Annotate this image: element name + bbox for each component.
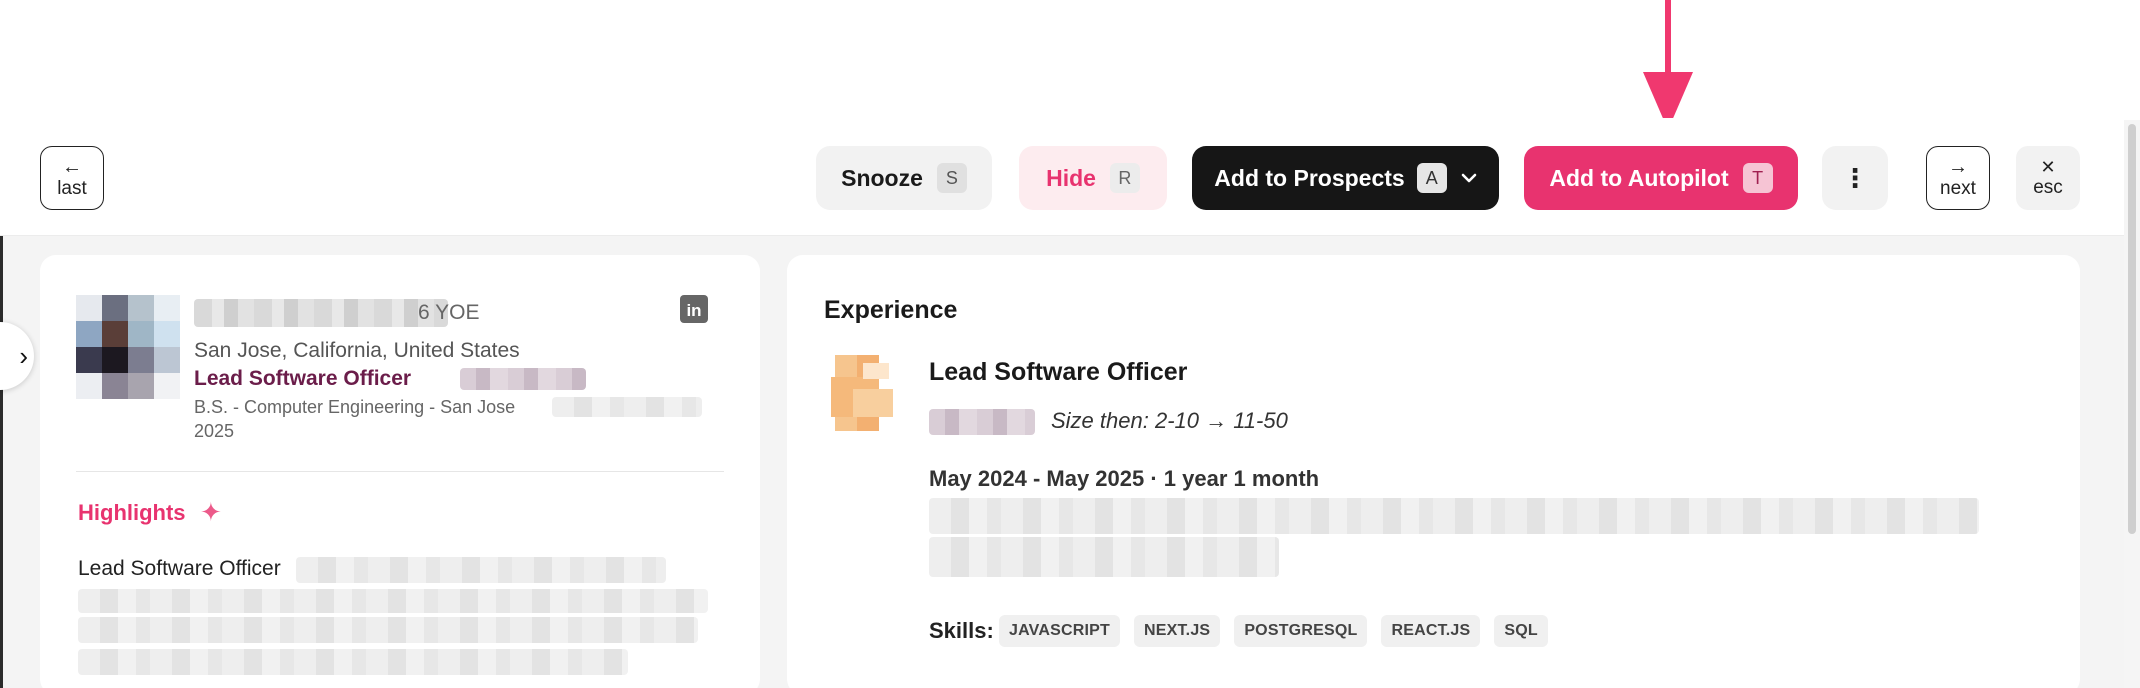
next-label: next bbox=[1940, 177, 1976, 199]
company-logo bbox=[823, 355, 899, 431]
highlights-redacted bbox=[296, 557, 666, 583]
chevron-down-icon[interactable] bbox=[1461, 172, 1477, 184]
experience-company-redacted bbox=[929, 409, 1035, 435]
school-redacted bbox=[552, 397, 702, 417]
last-label: last bbox=[57, 177, 87, 199]
experience-role: Lead Software Officer bbox=[929, 358, 1188, 386]
scrollbar[interactable] bbox=[2124, 120, 2140, 688]
profile-card: 6 YOE in San Jose, California, United St… bbox=[40, 255, 760, 688]
highlights-redacted bbox=[78, 617, 698, 643]
snooze-label: Snooze bbox=[841, 164, 923, 191]
divider bbox=[76, 471, 724, 472]
experience-description-redacted bbox=[929, 498, 1979, 534]
chevron-right-icon: › bbox=[19, 340, 28, 371]
experience-dates: May 2024 - May 2025 · 1 year 1 month bbox=[929, 466, 1320, 491]
highlights-text: Lead Software Officer bbox=[78, 557, 281, 580]
esc-label: esc bbox=[2033, 176, 2063, 198]
highlights-redacted bbox=[78, 589, 708, 613]
skill-chip: REACT.JS bbox=[1381, 615, 1481, 647]
close-icon: ✕ bbox=[2040, 156, 2056, 177]
snooze-shortcut: S bbox=[936, 163, 967, 193]
candidate-review-page: ← last Snooze S Hide R Add to Prospects … bbox=[0, 0, 2140, 688]
avatar bbox=[76, 295, 180, 399]
add-to-prospects-shortcut: A bbox=[1416, 163, 1447, 193]
skill-chip: SQL bbox=[1494, 615, 1548, 647]
more-vertical-icon: ⋮ bbox=[1842, 162, 1868, 193]
skill-chip: POSTGRESQL bbox=[1234, 615, 1368, 647]
hide-shortcut: R bbox=[1109, 163, 1140, 193]
highlights-redacted bbox=[78, 649, 628, 675]
scrollbar-thumb[interactable] bbox=[2128, 124, 2136, 534]
hide-button[interactable]: Hide R bbox=[1019, 146, 1167, 210]
company-redacted bbox=[460, 368, 586, 390]
skills-list: JAVASCRIPT NEXT.JS POSTGRESQL REACT.JS S… bbox=[999, 615, 1548, 647]
experience-card: Experience Lead Software Officer Size th… bbox=[787, 255, 2080, 688]
add-to-autopilot-shortcut: T bbox=[1742, 163, 1773, 193]
linkedin-icon[interactable]: in bbox=[680, 295, 708, 323]
esc-button[interactable]: ✕ esc bbox=[2016, 146, 2080, 210]
add-to-autopilot-button[interactable]: Add to Autopilot T bbox=[1524, 146, 1798, 210]
arrow-left-icon: ← bbox=[62, 155, 82, 178]
arrow-right-icon: → bbox=[1948, 155, 1968, 178]
action-toolbar: ← last Snooze S Hide R Add to Prospects … bbox=[0, 118, 2140, 236]
candidate-name-redacted bbox=[194, 299, 448, 327]
skill-chip: NEXT.JS bbox=[1133, 615, 1221, 647]
next-button[interactable]: → next bbox=[1926, 146, 1990, 210]
candidate-education: B.S. - Computer Engineering - San Jose bbox=[194, 397, 516, 417]
add-to-prospects-label: Add to Prospects bbox=[1214, 164, 1405, 191]
candidate-title: Lead Software Officer bbox=[194, 367, 412, 390]
experience-heading: Experience bbox=[824, 296, 958, 324]
highlights-title: Highlights bbox=[78, 500, 186, 525]
skills-label: Skills: bbox=[929, 618, 994, 643]
annotation-arrow-icon bbox=[1643, 0, 1693, 130]
education-year: 2025 bbox=[194, 421, 235, 441]
add-to-prospects-button[interactable]: Add to Prospects A bbox=[1192, 146, 1499, 210]
candidate-location: San Jose, California, United States bbox=[194, 339, 520, 362]
years-of-experience: 6 YOE bbox=[418, 301, 480, 324]
skill-chip: JAVASCRIPT bbox=[999, 615, 1120, 647]
add-to-autopilot-label: Add to Autopilot bbox=[1549, 164, 1729, 191]
hide-label: Hide bbox=[1046, 164, 1096, 191]
last-button[interactable]: ← last bbox=[40, 146, 104, 210]
snooze-button[interactable]: Snooze S bbox=[816, 146, 992, 210]
experience-description-redacted bbox=[929, 537, 1279, 577]
sparkle-icon: ✦ bbox=[200, 497, 222, 527]
more-options-button[interactable]: ⋮ bbox=[1822, 146, 1888, 210]
company-size: Size then: 2-10 → 11-50 bbox=[1051, 408, 1288, 433]
